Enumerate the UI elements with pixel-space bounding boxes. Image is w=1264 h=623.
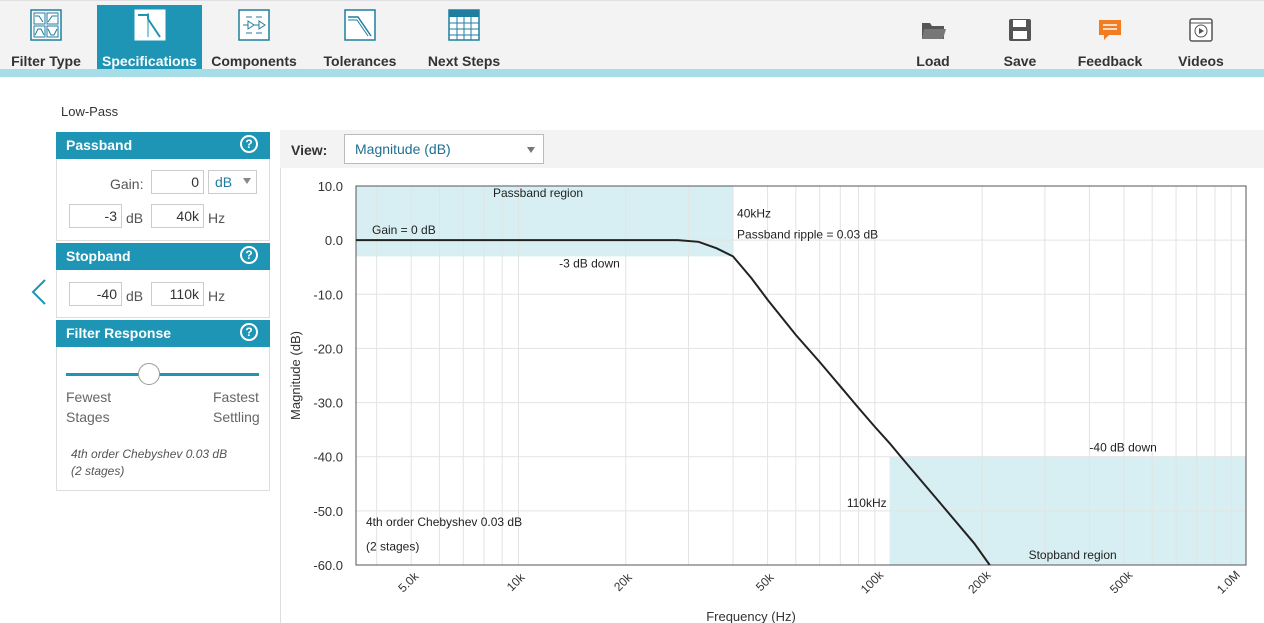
gain-unit-value: dB xyxy=(215,174,233,190)
tab-specifications[interactable]: Specifications xyxy=(97,5,202,70)
components-icon xyxy=(238,9,270,41)
help-icon[interactable]: ? xyxy=(240,246,258,264)
tab-next-steps[interactable]: Next Steps xyxy=(416,5,512,70)
load-label: Load xyxy=(916,53,950,69)
stages-annotation: (2 stages) xyxy=(366,539,419,553)
x-axis-label: Frequency (Hz) xyxy=(706,609,796,623)
chat-bubble-icon xyxy=(1099,20,1121,40)
stopband-region-label: Stopband region xyxy=(1029,548,1117,562)
help-icon[interactable]: ? xyxy=(240,323,258,341)
x-tick-label: 50k xyxy=(753,570,777,594)
freq-40khz-annotation: 40kHz xyxy=(737,206,771,220)
filter-order-note: 4th order Chebyshev 0.03 dB xyxy=(71,447,228,461)
y-tick-label: -10.0 xyxy=(313,287,343,302)
passband-ripple-annotation: Passband ripple = 0.03 dB xyxy=(737,228,878,242)
passband-title: Passband xyxy=(66,137,133,153)
y-axis-label: Magnitude (dB) xyxy=(288,331,303,420)
y-tick-label: -30.0 xyxy=(313,396,343,411)
minus-3db-annotation: -3 dB down xyxy=(559,256,620,270)
x-tick-label: 5.0k xyxy=(395,568,422,595)
help-icon[interactable]: ? xyxy=(240,135,258,153)
x-tick-label: 200k xyxy=(965,567,994,596)
passband-header: Passband ? xyxy=(56,132,270,159)
next-steps-icon xyxy=(448,9,480,41)
toolbar: Filter Type Specifications Components To… xyxy=(0,0,1264,71)
feedback-button[interactable]: Feedback xyxy=(1070,15,1150,70)
y-tick-label: 0.0 xyxy=(325,233,343,248)
videos-button[interactable]: Videos xyxy=(1161,15,1241,70)
fewest-label: Fewest xyxy=(66,389,112,405)
videos-label: Videos xyxy=(1178,53,1224,69)
tolerances-icon xyxy=(344,9,376,41)
gain-annotation: Gain = 0 dB xyxy=(372,223,436,237)
magnitude-chart: 10.0 0.0 -10.0 -20.0 -30.0 -40.0 -50.0 -60.0 5.0… xyxy=(288,179,1247,623)
x-tick-label: 500k xyxy=(1107,567,1136,596)
tab-label: Specifications xyxy=(102,53,197,69)
minus-40db-annotation: -40 dB down xyxy=(1089,441,1156,455)
filter-type-icon xyxy=(30,9,62,41)
stages-label: Stages xyxy=(66,409,110,425)
y-tick-label: -50.0 xyxy=(313,504,343,519)
tab-label: Components xyxy=(211,53,297,69)
freq-110khz-annotation: 110kHz xyxy=(847,496,887,510)
chevron-down-icon xyxy=(527,147,535,153)
tab-tolerances[interactable]: Tolerances xyxy=(312,5,408,70)
folder-icon xyxy=(922,23,946,39)
filter-response-slider[interactable] xyxy=(66,373,259,376)
specifications-icon xyxy=(134,9,165,41)
passband-attenuation-unit: dB xyxy=(126,210,144,226)
filter-stages-note: (2 stages) xyxy=(71,464,125,478)
chevron-down-icon xyxy=(243,178,251,184)
filter-response-header: Filter Response ? xyxy=(56,320,270,347)
gain-label: Gain: xyxy=(110,176,144,192)
x-tick-label: 100k xyxy=(858,567,887,596)
stopband-frequency-unit: Hz xyxy=(208,288,226,304)
x-tick-label: 20k xyxy=(611,570,635,594)
toolbar-accent-strip xyxy=(0,69,1264,77)
gain-unit-select[interactable]: dB xyxy=(208,170,257,194)
video-play-icon xyxy=(1189,18,1213,42)
load-button[interactable]: Load xyxy=(893,15,973,70)
passband-region-label: Passband region xyxy=(493,186,583,200)
stopband-frequency-input[interactable] xyxy=(151,282,204,306)
y-tick-label: -60.0 xyxy=(313,558,343,573)
stopband-attenuation-input[interactable] xyxy=(69,282,122,306)
x-tick-label: 1.0M xyxy=(1214,568,1243,597)
y-tick-label: 10.0 xyxy=(318,179,343,194)
stopband-attenuation-unit: dB xyxy=(126,288,144,304)
tab-label: Filter Type xyxy=(11,53,81,69)
order-annotation: 4th order Chebyshev 0.03 dB xyxy=(366,515,522,529)
stopband-header: Stopband ? xyxy=(56,243,270,270)
tab-components[interactable]: Components xyxy=(206,5,302,70)
fastest-label: Fastest xyxy=(213,389,259,405)
gain-input[interactable] xyxy=(151,170,204,194)
tab-label: Tolerances xyxy=(323,53,397,69)
save-button[interactable]: Save xyxy=(980,15,1060,70)
view-label: View: xyxy=(291,142,328,158)
passband-frequency-input[interactable] xyxy=(151,204,204,228)
view-selected-value: Magnitude (dB) xyxy=(355,141,451,157)
view-select[interactable]: Magnitude (dB) xyxy=(344,134,544,164)
passband-frequency-unit: Hz xyxy=(208,210,226,226)
tab-label: Next Steps xyxy=(427,53,501,69)
feedback-label: Feedback xyxy=(1077,53,1143,69)
settling-label: Settling xyxy=(213,409,260,425)
y-tick-label: -40.0 xyxy=(313,450,343,465)
passband-attenuation-input[interactable] xyxy=(69,204,122,228)
chevron-left-icon[interactable] xyxy=(30,278,48,306)
filter-response-slider-thumb[interactable] xyxy=(137,363,160,385)
save-label: Save xyxy=(1003,53,1037,69)
y-tick-label: -20.0 xyxy=(313,341,343,356)
stopband-title: Stopband xyxy=(66,248,131,264)
tab-filter-type[interactable]: Filter Type xyxy=(0,5,92,70)
floppy-disk-icon xyxy=(1009,19,1031,41)
x-tick-label: 10k xyxy=(504,570,528,594)
filter-type-label: Low-Pass xyxy=(61,104,119,119)
filter-response-title: Filter Response xyxy=(66,325,172,341)
